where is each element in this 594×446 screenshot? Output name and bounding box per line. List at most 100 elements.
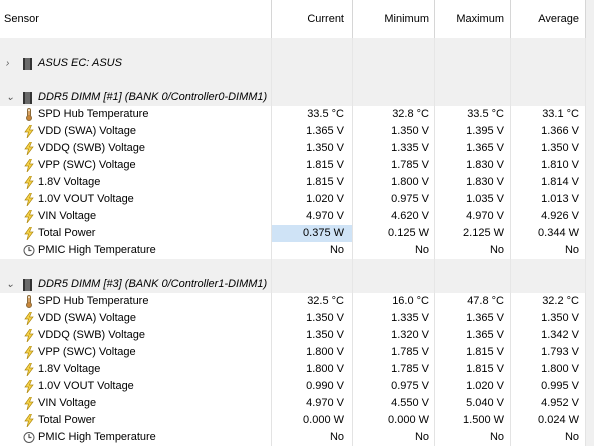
group-spacer bbox=[0, 38, 586, 55]
group-empty-cell bbox=[353, 55, 435, 72]
maximum-value: 47.8 °C bbox=[435, 293, 511, 310]
maximum-value: 1.365 V bbox=[435, 140, 511, 157]
sensor-name-cell: VDD (SWA) Voltage bbox=[0, 123, 272, 140]
spacer-cell bbox=[511, 38, 586, 55]
group-empty-cell bbox=[435, 55, 511, 72]
group-empty-cell bbox=[272, 276, 353, 293]
group-empty-cell bbox=[511, 89, 586, 106]
table-row[interactable]: VIN Voltage 4.970 V 4.620 V 4.970 V 4.926 V bbox=[0, 208, 586, 225]
average-value: 1.814 V bbox=[511, 174, 586, 191]
average-value: 1.013 V bbox=[511, 191, 586, 208]
minimum-value: 1.785 V bbox=[353, 157, 435, 174]
current-value: 1.020 V bbox=[272, 191, 353, 208]
chip-icon bbox=[23, 58, 32, 70]
lightning-icon bbox=[23, 362, 35, 377]
sensor-name-cell: VDDQ (SWB) Voltage bbox=[0, 327, 272, 344]
average-value: 4.952 V bbox=[511, 395, 586, 412]
table-row[interactable]: VIN Voltage 4.970 V 4.550 V 5.040 V 4.952 V bbox=[0, 395, 586, 412]
chevron-right-icon[interactable]: › bbox=[6, 55, 9, 72]
table-row[interactable]: SPD Hub Temperature 32.5 °C 16.0 °C 47.8 °C… bbox=[0, 293, 586, 310]
current-value: 4.970 V bbox=[272, 208, 353, 225]
lightning-icon bbox=[23, 192, 35, 207]
sensor-group-header[interactable]: ⌄ DDR5 DIMM [#3] (BANK 0/Controller1-DIMM… bbox=[0, 276, 586, 293]
table-row[interactable]: Total Power 0.000 W 0.000 W 1.500 W 0.024 W bbox=[0, 412, 586, 429]
table-row[interactable]: VDD (SWA) Voltage 1.350 V 1.335 V 1.365 V 1.… bbox=[0, 310, 586, 327]
current-value: 1.800 V bbox=[272, 344, 353, 361]
minimum-value: 1.320 V bbox=[353, 327, 435, 344]
sensor-name-cell: VDD (SWA) Voltage bbox=[0, 310, 272, 327]
group-title: DDR5 DIMM [#3] (BANK 0/Controller1-DIMM1… bbox=[38, 278, 268, 290]
average-value: 1.350 V bbox=[511, 310, 586, 327]
minimum-value: 4.620 V bbox=[353, 208, 435, 225]
spacer-cell bbox=[0, 72, 272, 89]
table-row[interactable]: 1.8V Voltage 1.815 V 1.800 V 1.830 V 1.814 V bbox=[0, 174, 586, 191]
lightning-icon bbox=[23, 226, 35, 241]
sensor-name-cell: 1.0V VOUT Voltage bbox=[0, 378, 272, 395]
current-value: 1.365 V bbox=[272, 123, 353, 140]
table-row[interactable]: VDDQ (SWB) Voltage 1.350 V 1.335 V 1.365 V1… bbox=[0, 140, 586, 157]
maximum-value: 1.365 V bbox=[435, 310, 511, 327]
maximum-value: 4.970 V bbox=[435, 208, 511, 225]
current-value: 0.375 W bbox=[272, 225, 353, 242]
group-title: DDR5 DIMM [#1] (BANK 0/Controller0-DIMM1… bbox=[38, 91, 268, 103]
current-value: 4.970 V bbox=[272, 395, 353, 412]
column-header-maximum[interactable]: Maximum bbox=[435, 0, 511, 38]
current-value: 1.350 V bbox=[272, 310, 353, 327]
group-empty-cell bbox=[435, 276, 511, 293]
group-spacer bbox=[0, 72, 586, 89]
vertical-scrollbar[interactable] bbox=[586, 0, 594, 446]
sensor-name-cell: Total Power bbox=[0, 412, 272, 429]
table-row[interactable]: 1.0V VOUT Voltage 1.020 V 0.975 V 1.035 V 1.… bbox=[0, 191, 586, 208]
thermometer-icon bbox=[23, 108, 35, 121]
current-value: 33.5 °C bbox=[272, 106, 353, 123]
sensor-name: VIN Voltage bbox=[38, 210, 97, 222]
spacer-cell bbox=[272, 38, 353, 55]
chevron-down-icon[interactable]: ⌄ bbox=[6, 276, 14, 293]
table-row[interactable]: VDD (SWA) Voltage 1.365 V 1.350 V 1.395 V 1.… bbox=[0, 123, 586, 140]
table-row[interactable]: VPP (SWC) Voltage 1.800 V 1.785 V 1.815 V 1.… bbox=[0, 344, 586, 361]
maximum-value: 1.830 V bbox=[435, 174, 511, 191]
table-row[interactable]: 1.8V Voltage 1.800 V 1.785 V 1.815 V 1.800 V bbox=[0, 361, 586, 378]
spacer-cell bbox=[511, 72, 586, 89]
spacer-cell bbox=[272, 259, 353, 276]
table-row[interactable]: Total Power 0.375 W 0.125 W 2.125 W 0.344 W bbox=[0, 225, 586, 242]
sensor-group-header[interactable]: › ASUS EC: ASUS bbox=[0, 55, 586, 72]
sensor-name-cell: SPD Hub Temperature bbox=[0, 106, 272, 123]
sensor-name-cell: VIN Voltage bbox=[0, 395, 272, 412]
spacer-cell bbox=[435, 38, 511, 55]
sensor-group-header[interactable]: ⌄ DDR5 DIMM [#1] (BANK 0/Controller0-DIMM… bbox=[0, 89, 586, 106]
lightning-icon bbox=[23, 209, 35, 224]
lightning-icon bbox=[23, 124, 35, 139]
table-row[interactable]: PMIC High Temperature No No No No bbox=[0, 429, 586, 446]
group-empty-cell bbox=[272, 55, 353, 72]
column-header-minimum[interactable]: Minimum bbox=[353, 0, 435, 38]
sensor-table: Sensor Current Minimum Maximum Average ›… bbox=[0, 0, 594, 446]
minimum-value: 0.000 W bbox=[353, 412, 435, 429]
minimum-value: 1.335 V bbox=[353, 140, 435, 157]
table-row[interactable]: 1.0V VOUT Voltage 0.990 V 0.975 V 1.020 V 0.… bbox=[0, 378, 586, 395]
column-header-current[interactable]: Current bbox=[272, 0, 353, 38]
column-header-average[interactable]: Average bbox=[511, 0, 586, 38]
average-value: 0.995 V bbox=[511, 378, 586, 395]
maximum-value: No bbox=[435, 429, 511, 446]
minimum-value: 1.335 V bbox=[353, 310, 435, 327]
sensor-name-cell: PMIC High Temperature bbox=[0, 429, 272, 446]
sensor-name-cell: VDDQ (SWB) Voltage bbox=[0, 140, 272, 157]
minimum-value: 1.785 V bbox=[353, 361, 435, 378]
average-value: No bbox=[511, 242, 586, 259]
table-row[interactable]: VPP (SWC) Voltage 1.815 V 1.785 V 1.830 V 1.… bbox=[0, 157, 586, 174]
clock-icon bbox=[23, 244, 35, 257]
table-row[interactable]: VDDQ (SWB) Voltage 1.350 V 1.320 V 1.365 V1… bbox=[0, 327, 586, 344]
table-row[interactable]: SPD Hub Temperature 33.5 °C 32.8 °C 33.5 °C… bbox=[0, 106, 586, 123]
group-empty-cell bbox=[511, 55, 586, 72]
column-header-sensor[interactable]: Sensor bbox=[0, 0, 272, 38]
group-empty-cell bbox=[435, 89, 511, 106]
maximum-value: No bbox=[435, 242, 511, 259]
table-row[interactable]: PMIC High Temperature No No No No bbox=[0, 242, 586, 259]
chevron-down-icon[interactable]: ⌄ bbox=[6, 89, 14, 106]
average-value: No bbox=[511, 429, 586, 446]
group-empty-cell bbox=[272, 89, 353, 106]
sensor-name: 1.8V Voltage bbox=[38, 363, 101, 375]
memory-module-icon bbox=[23, 279, 32, 291]
sensor-name-cell: VPP (SWC) Voltage bbox=[0, 344, 272, 361]
